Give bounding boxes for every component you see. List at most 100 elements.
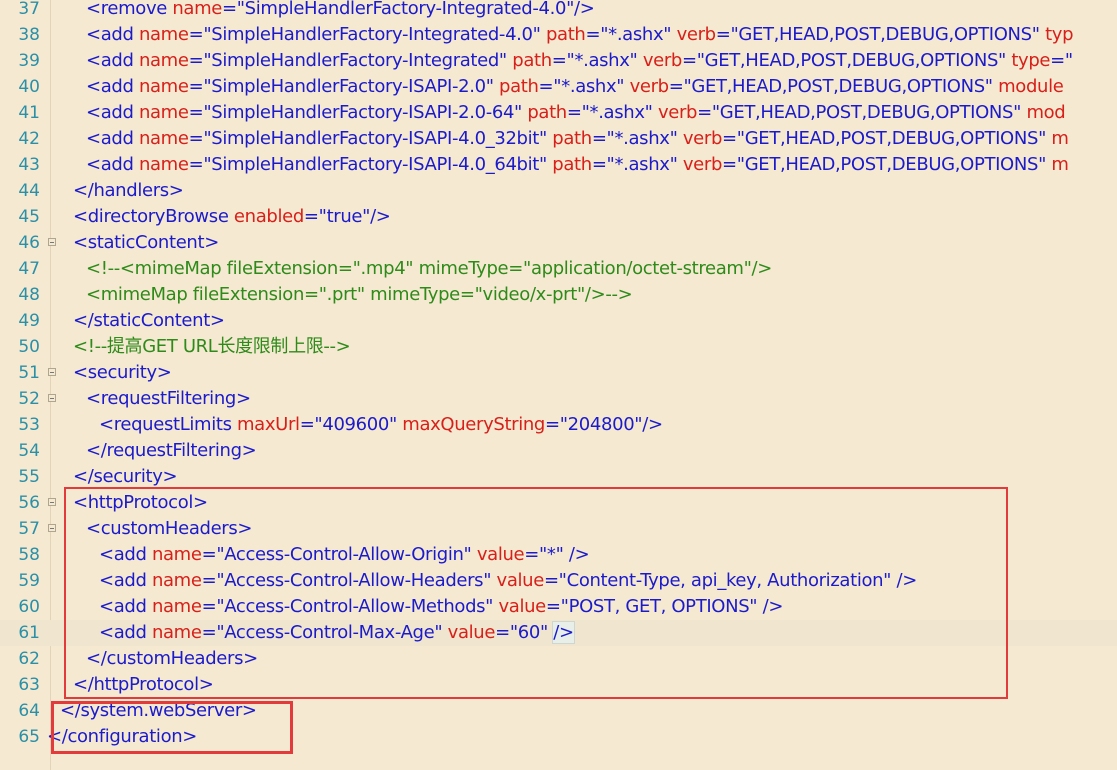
code-text[interactable]: <mimeMap fileExtension=".prt" mimeType="…: [86, 282, 633, 308]
code-token-tag: <requestFiltering>: [86, 388, 251, 409]
code-token-tag: =: [668, 76, 684, 97]
code-token-tag: =: [545, 596, 561, 617]
code-token-tag: </staticContent>: [73, 310, 225, 331]
code-token-tag: />: [762, 596, 784, 617]
code-line[interactable]: 41 <add name="SimpleHandlerFactory-ISAPI-…: [0, 100, 1117, 126]
code-line[interactable]: 50 <!--提高GET URL长度限制上限-->: [0, 334, 1117, 360]
code-token-tag: =: [201, 544, 217, 565]
code-line[interactable]: 47 <!--<mimeMap fileExtension=".mp4" mime…: [0, 256, 1117, 282]
code-line[interactable]: 51 <security>: [0, 360, 1117, 386]
code-line[interactable]: 42 <add name="SimpleHandlerFactory-ISAPI-…: [0, 126, 1117, 152]
code-text[interactable]: </system.webServer>: [60, 698, 257, 724]
code-text[interactable]: <add name="Access-Control-Allow-Headers"…: [99, 568, 917, 594]
code-line[interactable]: 61 <add name="Access-Control-Max-Age" val…: [0, 620, 1117, 646]
code-text[interactable]: <!--<mimeMap fileExtension=".mp4" mimeTy…: [86, 256, 772, 282]
code-text[interactable]: </handlers>: [73, 178, 184, 204]
code-token-tag: =: [188, 154, 204, 175]
code-token-attr: verb: [629, 76, 670, 97]
code-text[interactable]: </configuration>: [47, 724, 197, 750]
code-text[interactable]: <add name="SimpleHandlerFactory-ISAPI-2.…: [86, 100, 1066, 126]
code-text[interactable]: </security>: [73, 464, 178, 490]
code-token-val: "GET,HEAD,POST,DEBUG,OPTIONS": [730, 24, 1046, 45]
code-line[interactable]: 46 <staticContent>: [0, 230, 1117, 256]
code-text[interactable]: <add name="SimpleHandlerFactory-Integrat…: [86, 22, 1074, 48]
code-text[interactable]: </customHeaders>: [86, 646, 258, 672]
code-token-val: "GET,HEAD,POST,DEBUG,OPTIONS": [736, 154, 1052, 175]
code-text[interactable]: </requestFiltering>: [86, 438, 257, 464]
code-text[interactable]: <add name="SimpleHandlerFactory-ISAPI-2.…: [86, 74, 1064, 100]
code-line[interactable]: 49 </staticContent>: [0, 308, 1117, 334]
code-line[interactable]: 56 <httpProtocol>: [0, 490, 1117, 516]
code-line[interactable]: 59 <add name="Access-Control-Allow-Header…: [0, 568, 1117, 594]
code-line[interactable]: 54 </requestFiltering>: [0, 438, 1117, 464]
code-line[interactable]: 52 <requestFiltering>: [0, 386, 1117, 412]
code-line[interactable]: 58 <add name="Access-Control-Allow-Origin…: [0, 542, 1117, 568]
code-line[interactable]: 55 </security>: [0, 464, 1117, 490]
code-text[interactable]: <requestLimits maxUrl="409600" maxQueryS…: [99, 412, 663, 438]
code-editor[interactable]: 37 <remove name="SimpleHandlerFactory-Int…: [0, 0, 1117, 770]
code-token-tag: =: [201, 622, 217, 643]
code-token-tag: </requestFiltering>: [86, 440, 257, 461]
code-line[interactable]: 37 <remove name="SimpleHandlerFactory-Int…: [0, 0, 1117, 22]
line-number: 56: [18, 493, 40, 513]
code-token-val: "*.ashx": [553, 76, 630, 97]
code-text[interactable]: <add name="SimpleHandlerFactory-ISAPI-4.…: [86, 152, 1069, 178]
code-token-tag: =: [545, 414, 560, 435]
code-text[interactable]: </httpProtocol>: [73, 672, 214, 698]
code-token-val: "60": [509, 622, 554, 643]
code-line[interactable]: 63 </httpProtocol>: [0, 672, 1117, 698]
code-token-tag: =: [303, 206, 319, 227]
code-text[interactable]: <add name="Access-Control-Allow-Origin" …: [99, 542, 590, 568]
code-token-attr: m: [1051, 128, 1069, 149]
code-token-val: "POST, GET, OPTIONS": [560, 596, 763, 617]
code-line[interactable]: 38 <add name="SimpleHandlerFactory-Integr…: [0, 22, 1117, 48]
code-text[interactable]: <httpProtocol>: [73, 490, 208, 516]
code-text[interactable]: <add name="SimpleHandlerFactory-Integrat…: [86, 48, 1073, 74]
code-line[interactable]: 62 </customHeaders>: [0, 646, 1117, 672]
code-token-tag: =: [551, 50, 567, 71]
code-line[interactable]: 48 <mimeMap fileExtension=".prt" mimeType…: [0, 282, 1117, 308]
fold-toggle-icon[interactable]: [48, 238, 56, 246]
code-text[interactable]: <add name="Access-Control-Max-Age" value…: [99, 620, 575, 646]
code-text[interactable]: <staticContent>: [73, 230, 219, 256]
code-token-tag: =: [222, 0, 237, 19]
code-line[interactable]: 64 </system.webServer>: [0, 698, 1117, 724]
code-text[interactable]: <directoryBrowse enabled="true"/>: [73, 204, 391, 230]
code-line[interactable]: 60 <add name="Access-Control-Allow-Method…: [0, 594, 1117, 620]
code-line[interactable]: 65 </configuration>: [0, 724, 1117, 750]
line-number: 59: [18, 571, 40, 591]
code-text[interactable]: <customHeaders>: [86, 516, 252, 542]
fold-toggle-icon[interactable]: [48, 498, 56, 506]
code-line[interactable]: 39 <add name="SimpleHandlerFactory-Integr…: [0, 48, 1117, 74]
code-text[interactable]: <add name="SimpleHandlerFactory-ISAPI-4.…: [86, 126, 1069, 152]
code-line[interactable]: 53 <requestLimits maxUrl="409600" maxQuer…: [0, 412, 1117, 438]
code-token-attr: value: [476, 544, 525, 565]
code-lines[interactable]: 37 <remove name="SimpleHandlerFactory-Int…: [0, 0, 1117, 750]
code-token-attr: maxQueryString: [402, 414, 546, 435]
line-number: 65: [18, 727, 40, 747]
code-token-tag: =: [524, 544, 539, 565]
line-number: 62: [18, 649, 40, 669]
code-line[interactable]: 43 <add name="SimpleHandlerFactory-ISAPI-…: [0, 152, 1117, 178]
code-text[interactable]: <remove name="SimpleHandlerFactory-Integ…: [86, 0, 595, 22]
code-text[interactable]: <requestFiltering>: [86, 386, 251, 412]
code-line[interactable]: 45 <directoryBrowse enabled="true"/>: [0, 204, 1117, 230]
code-text[interactable]: <!--提高GET URL长度限制上限-->: [73, 334, 351, 360]
line-number: 57: [18, 519, 40, 539]
code-text[interactable]: <add name="Access-Control-Allow-Methods"…: [99, 594, 783, 620]
code-token-attr: verb: [642, 50, 683, 71]
code-line[interactable]: 44 </handlers>: [0, 178, 1117, 204]
code-token-val: "GET,HEAD,POST,DEBUG,OPTIONS": [696, 50, 1012, 71]
code-text[interactable]: <security>: [73, 360, 172, 386]
fold-toggle-icon[interactable]: [48, 368, 56, 376]
code-token-attr: name: [138, 76, 189, 97]
code-text[interactable]: </staticContent>: [73, 308, 225, 334]
fold-toggle-icon[interactable]: [48, 394, 56, 402]
code-token-attr: name: [138, 154, 189, 175]
code-token-tag: <add: [86, 128, 139, 149]
line-number: 47: [18, 259, 40, 279]
code-line[interactable]: 57 <customHeaders>: [0, 516, 1117, 542]
code-line[interactable]: 40 <add name="SimpleHandlerFactory-ISAPI-…: [0, 74, 1117, 100]
code-token-tag: =: [201, 570, 217, 591]
fold-toggle-icon[interactable]: [48, 524, 56, 532]
